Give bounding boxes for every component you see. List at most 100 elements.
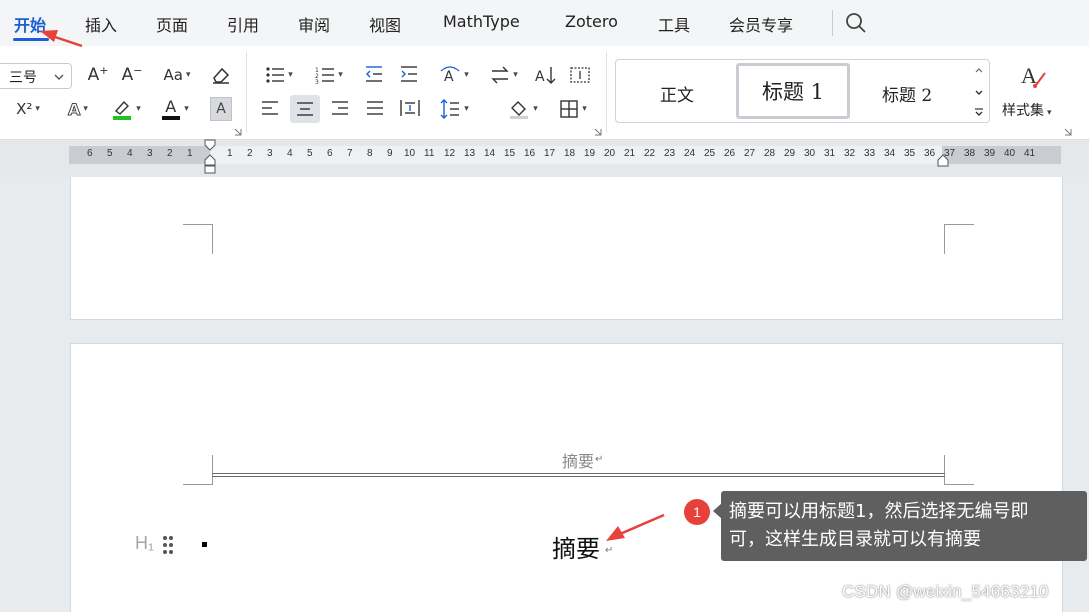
sort-icon[interactable]: A	[535, 64, 557, 86]
numbered-list-icon: 123	[315, 67, 335, 84]
paragraph-bullet	[202, 542, 207, 547]
horizontal-ruler[interactable]: 6 5 4 3 2 1 1 2 3 4 5 6 7 8 9 10 11 12 13 14 15 16 17 18 19 20 21 2…	[69, 146, 1061, 164]
font-color-swatch	[162, 116, 181, 120]
ribbon-separator	[606, 52, 607, 132]
justify-icon[interactable]	[365, 98, 385, 118]
header-rule	[212, 473, 945, 474]
distribute-icon[interactable]	[399, 97, 421, 119]
ruler-number: 6	[327, 148, 333, 159]
highlighter-icon	[113, 100, 132, 120]
ruler-number: 20	[604, 148, 616, 159]
text-effect-button[interactable]: A ▾	[60, 97, 96, 121]
document-page-1[interactable]	[70, 177, 1063, 320]
chevron-down-icon: ▾	[185, 70, 191, 80]
paint-bucket-icon	[510, 101, 529, 119]
search-icon[interactable]	[845, 12, 867, 34]
font-size-value: 三号	[9, 70, 37, 86]
dialog-launcher-icon[interactable]	[234, 128, 242, 136]
change-case-button[interactable]: Aa ▾	[158, 63, 196, 87]
abstract-heading[interactable]: 摘要	[552, 529, 600, 564]
ruler-number: 22	[644, 148, 656, 159]
ruler-number: 5	[307, 148, 313, 159]
highlight-button[interactable]: ▾	[108, 97, 144, 121]
tab-mathtype[interactable]: MathType	[443, 12, 520, 31]
ruler-number: 6	[87, 148, 93, 159]
shading-button[interactable]: ▾	[505, 97, 541, 121]
ruler-number: 18	[564, 148, 576, 159]
gallery-scroll-arrows[interactable]	[972, 64, 986, 120]
show-marks-icon[interactable]	[569, 64, 591, 86]
ruler-number: 12	[444, 148, 456, 159]
ruler-number: 10	[404, 148, 416, 159]
chevron-down-icon: ▾	[338, 70, 343, 80]
superscript-button[interactable]: X² ▾	[10, 97, 46, 121]
watermark-text: CSDN @weixin_54663210	[842, 582, 1049, 601]
ruler-number: 3	[147, 148, 153, 159]
ruler-number: 35	[904, 148, 916, 159]
ruler-number: 41	[1024, 148, 1036, 159]
ruler-number: 7	[347, 148, 353, 159]
chevron-down-icon: ▾	[513, 70, 518, 80]
styles-gallery: 正文 标题 1 标题 2	[615, 59, 990, 123]
tab-insert[interactable]: 插入	[85, 12, 117, 36]
ribbon-separator	[246, 52, 247, 132]
header-rule	[212, 476, 945, 477]
style-normal[interactable]: 正文	[660, 81, 694, 106]
crop-mark	[944, 224, 974, 254]
style-heading-2[interactable]: 标题 2	[882, 81, 932, 106]
tab-page[interactable]: 页面	[156, 12, 188, 36]
tab-member[interactable]: 会员专享	[729, 12, 793, 36]
tab-review[interactable]: 审阅	[298, 12, 330, 36]
ruler-number: 40	[1004, 148, 1016, 159]
bullet-list-icon	[266, 67, 285, 83]
paragraph-mark-icon: ↵	[605, 545, 614, 556]
text-direction-button[interactable]: A ▾	[436, 63, 472, 87]
dialog-launcher-icon[interactable]	[1064, 128, 1072, 136]
align-left-icon[interactable]	[260, 98, 280, 118]
decrease-indent-icon[interactable]	[364, 64, 384, 84]
tab-view[interactable]: 视图	[369, 12, 401, 36]
page-header-text[interactable]: 摘要	[562, 448, 594, 472]
ruler-number: 15	[504, 148, 516, 159]
ruler-number: 25	[704, 148, 716, 159]
crop-mark	[183, 455, 213, 485]
borders-icon	[560, 100, 578, 118]
ruler-number: 14	[484, 148, 496, 159]
indent-marker-icon[interactable]	[203, 139, 217, 175]
tab-tools[interactable]: 工具	[658, 12, 690, 36]
ruler-number: 4	[127, 148, 133, 159]
tab-zotero[interactable]: Zotero	[565, 12, 618, 31]
font-size-select[interactable]: 三号	[0, 63, 72, 89]
increase-indent-icon[interactable]	[399, 64, 419, 84]
align-right-icon[interactable]	[330, 98, 350, 118]
borders-button[interactable]: ▾	[555, 97, 591, 121]
document-page-2[interactable]: 摘要 ↵ H₁ 摘要 ↵	[70, 343, 1063, 612]
char-shading-button[interactable]: A	[210, 97, 232, 121]
ruler-number: 31	[824, 148, 836, 159]
grow-font-button[interactable]: A +	[86, 63, 110, 87]
crop-mark	[944, 455, 974, 485]
align-center-button[interactable]	[290, 95, 320, 123]
ltr-rtl-button[interactable]: ▾	[486, 63, 522, 87]
ruler-number: 11	[424, 148, 435, 159]
tab-references[interactable]: 引用	[227, 12, 259, 36]
tab-home[interactable]: 开始	[14, 12, 46, 36]
shrink-font-button[interactable]: A −	[120, 63, 144, 87]
bullet-list-button[interactable]: ▾	[261, 63, 297, 87]
chevron-down-icon: ▾	[288, 70, 293, 80]
style-heading-1[interactable]: 标题 1	[736, 63, 850, 119]
plus-icon: +	[99, 63, 109, 77]
dialog-launcher-icon[interactable]	[594, 128, 602, 136]
numbered-list-button[interactable]: 1 2 3 ▾	[311, 63, 347, 87]
ruler-number: 16	[524, 148, 536, 159]
font-color-button[interactable]: A ▾	[157, 97, 193, 121]
style-set-button[interactable]: A 样式集 ▾	[1000, 58, 1060, 119]
drag-handle-icon[interactable]	[161, 534, 175, 556]
ruler-number: 29	[784, 148, 796, 159]
ruler-number: 5	[107, 148, 113, 159]
line-spacing-button[interactable]: ▾	[436, 97, 472, 121]
right-indent-marker-icon[interactable]	[936, 154, 950, 168]
minus-icon: −	[133, 63, 143, 77]
annotation-tooltip: 摘要可以用标题1，然后选择无编号即 可，这样生成目录就可以有摘要	[721, 491, 1087, 561]
clear-format-icon[interactable]	[210, 64, 232, 86]
